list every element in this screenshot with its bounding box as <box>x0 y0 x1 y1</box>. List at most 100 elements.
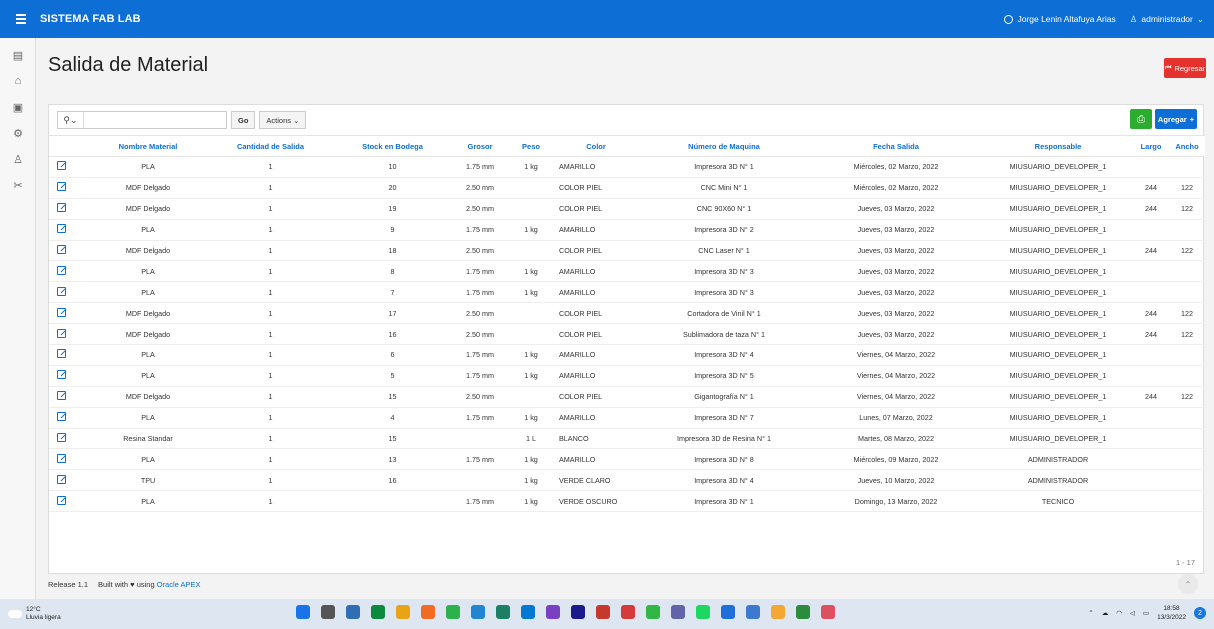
table-cell <box>1133 156 1169 178</box>
notification-icon[interactable]: 2 <box>1194 607 1206 619</box>
sidebar-item-0[interactable]: ▤ <box>0 42 36 68</box>
column-header[interactable]: Peso <box>509 135 553 157</box>
edit-icon[interactable] <box>57 328 66 338</box>
app-title[interactable]: SISTEMA FAB LAB <box>40 13 141 25</box>
column-header[interactable]: Cantidad de Salida <box>207 135 334 157</box>
menu-toggle-icon[interactable] <box>16 14 34 24</box>
table-row: PLA 1 6 1.75 mm 1 kg AMARILLO Impresora 3D N° … <box>49 344 1205 366</box>
taskbar-app-icon[interactable] <box>571 605 585 619</box>
taskbar-app-icon[interactable] <box>821 605 835 619</box>
table-cell: Jueves, 03 Marzo, 2022 <box>809 198 983 220</box>
table-cell: 8 <box>334 260 451 283</box>
edit-icon[interactable] <box>57 474 66 484</box>
column-header[interactable]: Grosor <box>451 135 509 157</box>
search-column-dropdown[interactable]: ⚲ ⌄ <box>58 112 84 128</box>
column-header[interactable]: Ancho <box>1169 135 1205 157</box>
clock[interactable]: 18:58 13/3/2022 <box>1157 604 1186 622</box>
edit-icon[interactable] <box>57 245 66 254</box>
table-cell: COLOR PIEL <box>553 198 639 220</box>
table-cell: Miércoles, 09 Marzo, 2022 <box>809 448 983 471</box>
table-cell: 1 kg <box>509 448 553 471</box>
taskbar-app-icon[interactable] <box>471 605 485 619</box>
taskbar-app-icon[interactable] <box>446 605 460 619</box>
column-header[interactable]: Stock en Bodega <box>334 135 451 157</box>
column-header[interactable]: Responsable <box>983 135 1133 157</box>
taskbar-app-icon[interactable] <box>371 605 385 619</box>
sidebar-item-5[interactable]: ✂ <box>0 172 36 198</box>
edit-cell <box>49 260 89 283</box>
edit-icon[interactable] <box>57 391 66 401</box>
edit-icon[interactable] <box>57 307 66 317</box>
table-cell <box>509 386 553 408</box>
taskbar-app-icon[interactable] <box>671 605 685 619</box>
edit-icon[interactable] <box>57 182 66 192</box>
edit-icon[interactable] <box>57 433 66 443</box>
column-header[interactable]: Largo <box>1133 135 1169 157</box>
taskbar-app-icon[interactable] <box>396 605 410 619</box>
edit-icon[interactable] <box>57 161 66 171</box>
edit-cell <box>49 407 89 429</box>
wifi-icon[interactable]: ◠ <box>1116 609 1122 617</box>
edit-icon[interactable] <box>57 224 66 234</box>
chevron-down-icon: ⌄ <box>1196 13 1204 24</box>
taskbar-app-icon[interactable] <box>746 605 760 619</box>
weather-widget[interactable]: 12°C Lluvia ligera <box>8 606 61 622</box>
column-header[interactable]: Nombre Material <box>89 135 207 157</box>
taskbar-app-icon[interactable] <box>646 605 660 619</box>
go-button[interactable]: Go <box>231 111 256 129</box>
taskbar-app-icon[interactable] <box>321 605 335 619</box>
edit-cell <box>49 281 89 304</box>
back-button[interactable]: ⏮ Regresar <box>1164 58 1206 78</box>
tray-chevron-icon[interactable]: ⌃ <box>1088 609 1093 617</box>
cloud-sync-icon[interactable]: ☁ <box>1102 609 1109 617</box>
table-cell: 1 <box>207 219 334 241</box>
taskbar-app-icon[interactable] <box>721 605 735 619</box>
role-menu[interactable]: ♙ administrador ⌄ <box>1130 14 1204 25</box>
taskbar-app-icon[interactable] <box>596 605 610 619</box>
sidebar-item-2[interactable]: ▣ <box>0 94 36 120</box>
report-toolbar: ⚲ ⌄ Go Actions ⌄ <box>57 111 307 129</box>
add-button[interactable]: Agregar + <box>1155 109 1197 129</box>
edit-icon[interactable] <box>57 495 66 505</box>
actions-menu-button[interactable]: Actions ⌄ <box>259 111 307 129</box>
edit-icon[interactable] <box>57 286 66 296</box>
sidebar-item-3[interactable]: ⚙ <box>0 120 36 146</box>
taskbar-app-icon[interactable] <box>421 605 435 619</box>
chevron-up-icon: ⌃ <box>1184 579 1192 589</box>
table-cell: 1 <box>207 156 334 178</box>
table-cell: 1 kg <box>509 490 553 513</box>
table-cell: 2.50 mm <box>451 198 509 220</box>
sidebar-item-4[interactable]: ♙ <box>0 146 36 172</box>
taskbar-app-icon[interactable] <box>546 605 560 619</box>
scroll-to-top-button[interactable]: ⌃ <box>1178 574 1198 594</box>
taskbar-app-icon[interactable] <box>696 605 710 619</box>
edit-icon[interactable] <box>57 453 66 463</box>
column-header[interactable]: Fecha Salida <box>809 135 983 157</box>
taskbar-app-icon[interactable] <box>346 605 360 619</box>
battery-icon[interactable]: ▭ <box>1143 609 1149 617</box>
edit-icon[interactable] <box>57 370 66 380</box>
edit-icon[interactable] <box>57 265 66 275</box>
table-cell: MIUSUARIO_DEVELOPER_1 <box>983 386 1133 408</box>
edit-icon[interactable] <box>57 203 66 213</box>
taskbar-app-icon[interactable] <box>496 605 510 619</box>
taskbar-app-icon[interactable] <box>771 605 785 619</box>
using-label: using <box>136 580 155 589</box>
table-cell <box>1133 407 1169 429</box>
column-header[interactable]: Color <box>553 135 639 157</box>
edit-icon[interactable] <box>57 349 66 359</box>
table-cell: Gigantografía N° 1 <box>639 386 809 408</box>
oracle-apex-link[interactable]: Oracle APEX <box>157 580 201 589</box>
sidebar-item-1[interactable]: ⌂ <box>0 68 36 94</box>
column-header[interactable]: Número de Maquina <box>639 135 809 157</box>
print-button[interactable]: ⎙ <box>1130 109 1152 129</box>
search-input[interactable] <box>84 112 226 128</box>
taskbar-app-icon[interactable] <box>521 605 535 619</box>
taskbar-app-icon[interactable] <box>296 605 310 619</box>
edit-icon[interactable] <box>57 412 66 422</box>
taskbar-app-icon[interactable] <box>621 605 635 619</box>
taskbar-app-icon[interactable] <box>796 605 810 619</box>
user-menu[interactable]: Jorge Lenin Altafuya Arias <box>1004 14 1116 24</box>
table-cell: Impresora 3D N° 8 <box>639 448 809 471</box>
volume-icon[interactable]: ◁ <box>1130 609 1135 617</box>
